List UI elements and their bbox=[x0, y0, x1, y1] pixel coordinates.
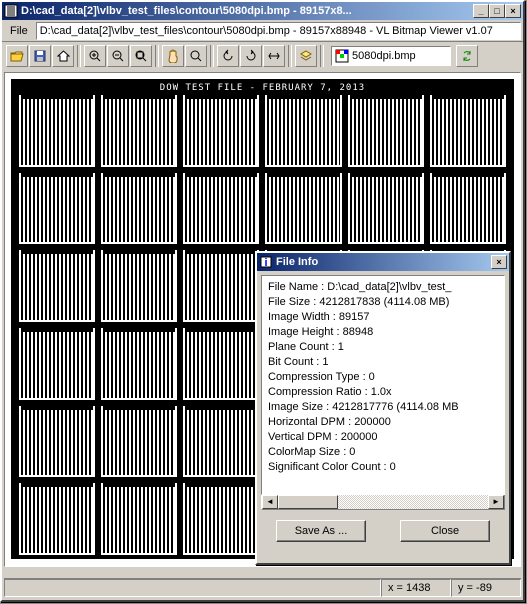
barcode-cell bbox=[265, 173, 341, 245]
barcode-cell bbox=[101, 406, 177, 478]
scroll-thumb[interactable] bbox=[278, 495, 338, 509]
barcode-cell bbox=[348, 173, 424, 245]
main-title: D:\cad_data[2]\vlbv_test_files\contour\5… bbox=[21, 5, 473, 17]
barcode-cell bbox=[19, 173, 95, 245]
maximize-button[interactable]: □ bbox=[489, 4, 505, 18]
close-dialog-button[interactable]: Close bbox=[400, 520, 490, 542]
status-main bbox=[4, 579, 381, 597]
barcode-cell bbox=[265, 95, 341, 167]
barcode-cell bbox=[183, 328, 259, 400]
info-line: ColorMap Size : 0 bbox=[268, 445, 498, 460]
svg-text:i: i bbox=[264, 257, 267, 269]
info-line: Horizontal DPM : 200000 bbox=[268, 415, 498, 430]
rotate-ccw-icon[interactable] bbox=[217, 45, 239, 67]
dialog-title: File Info bbox=[276, 256, 491, 268]
scroll-track[interactable] bbox=[278, 495, 488, 509]
main-titlebar[interactable]: D:\cad_data[2]\vlbv_test_files\contour\5… bbox=[2, 2, 523, 20]
flip-icon[interactable] bbox=[263, 45, 285, 67]
barcode-cell bbox=[101, 250, 177, 322]
path-input[interactable] bbox=[36, 22, 521, 40]
app-icon bbox=[4, 4, 18, 18]
barcode-cell bbox=[183, 250, 259, 322]
info-line: Plane Count : 1 bbox=[268, 340, 498, 355]
barcode-cell bbox=[101, 328, 177, 400]
zoom-in-icon[interactable] bbox=[84, 45, 106, 67]
dialog-titlebar[interactable]: i File Info × bbox=[257, 253, 509, 271]
barcode-cell bbox=[430, 173, 506, 245]
barcode-cell bbox=[183, 173, 259, 245]
info-line: Significant Color Count : 0 bbox=[268, 460, 498, 475]
info-line: Image Height : 88948 bbox=[268, 325, 498, 340]
dialog-close-button[interactable]: × bbox=[491, 255, 507, 269]
info-line: Compression Type : 0 bbox=[268, 370, 498, 385]
open-icon[interactable] bbox=[6, 45, 28, 67]
status-y: y = -89 bbox=[451, 579, 521, 597]
barcode-cell bbox=[19, 406, 95, 478]
barcode-cell bbox=[430, 95, 506, 167]
scroll-right-icon[interactable]: ► bbox=[488, 495, 504, 509]
menubar: File bbox=[2, 20, 523, 42]
barcode-cell bbox=[101, 95, 177, 167]
save-icon[interactable] bbox=[29, 45, 51, 67]
save-as-button[interactable]: Save As ... bbox=[276, 520, 366, 542]
close-button[interactable]: × bbox=[505, 4, 521, 18]
zoom-out-icon[interactable] bbox=[107, 45, 129, 67]
bitmap-title: DOW TEST FILE - FEBRUARY 7, 2013 bbox=[19, 83, 506, 93]
barcode-cell bbox=[101, 483, 177, 555]
file-info-dialog: i File Info × File Name : D:\cad_data[2]… bbox=[255, 251, 511, 565]
menu-file[interactable]: File bbox=[4, 23, 34, 39]
info-hscroll[interactable]: ◄ ► bbox=[261, 494, 505, 510]
rotate-cw-icon[interactable] bbox=[240, 45, 262, 67]
barcode-cell bbox=[19, 483, 95, 555]
file-combo[interactable]: 5080dpi.bmp bbox=[331, 46, 451, 66]
info-line: File Name : D:\cad_data[2]\vlbv_test_ bbox=[268, 280, 498, 295]
info-line: Compression Ratio : 1.0x bbox=[268, 385, 498, 400]
status-x: x = 1438 bbox=[381, 579, 451, 597]
home-icon[interactable] bbox=[52, 45, 74, 67]
barcode-cell bbox=[19, 250, 95, 322]
zoom-fit-icon[interactable] bbox=[130, 45, 152, 67]
info-list: File Name : D:\cad_data[2]\vlbv_test_ Fi… bbox=[261, 275, 505, 495]
barcode-cell bbox=[101, 173, 177, 245]
refresh-icon[interactable] bbox=[456, 45, 478, 67]
barcode-cell bbox=[19, 95, 95, 167]
bitmap-icon bbox=[335, 49, 349, 63]
info-line: Vertical DPM : 200000 bbox=[268, 430, 498, 445]
scroll-left-icon[interactable]: ◄ bbox=[262, 495, 278, 509]
file-combo-text: 5080dpi.bmp bbox=[352, 50, 416, 62]
barcode-cell bbox=[183, 483, 259, 555]
barcode-cell bbox=[348, 95, 424, 167]
info-line: Image Size : 4212817776 (4114.08 MB bbox=[268, 400, 498, 415]
barcode-cell bbox=[183, 406, 259, 478]
barcode-cell bbox=[19, 328, 95, 400]
barcode-cell bbox=[183, 95, 259, 167]
info-line: File Size : 4212817838 (4114.08 MB) bbox=[268, 295, 498, 310]
info-line: Image Width : 89157 bbox=[268, 310, 498, 325]
layers-icon[interactable] bbox=[295, 45, 317, 67]
info-line: Bit Count : 1 bbox=[268, 355, 498, 370]
statusbar: x = 1438 y = -89 bbox=[4, 578, 521, 598]
minimize-button[interactable]: _ bbox=[473, 4, 489, 18]
hand-icon[interactable] bbox=[162, 45, 184, 67]
toolbar: 5080dpi.bmp bbox=[2, 42, 523, 70]
zoom-region-icon[interactable] bbox=[185, 45, 207, 67]
info-icon: i bbox=[259, 255, 273, 269]
